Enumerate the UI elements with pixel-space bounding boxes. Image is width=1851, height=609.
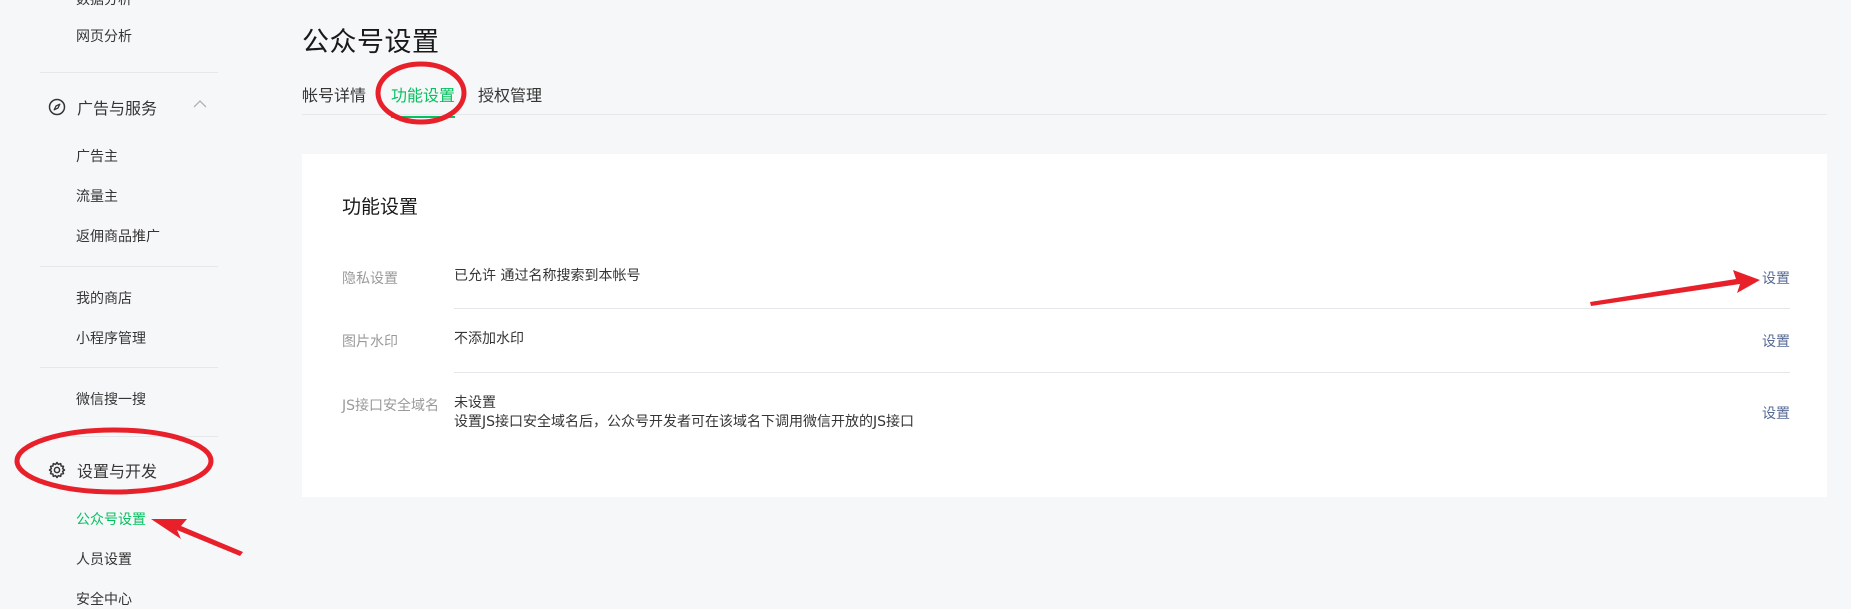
tab-authorization[interactable]: 授权管理 — [478, 82, 542, 106]
sidebar: 数据分析 网页分析 广告与服务 广告主 流量主 返佣商品推广 我的商店 小程序管… — [0, 0, 260, 608]
sidebar-divider — [40, 367, 218, 368]
page-title: 公众号设置 — [302, 27, 440, 58]
sidebar-divider — [40, 72, 218, 73]
js-domain-settings-link[interactable]: 设置 — [1762, 403, 1790, 423]
sidebar-item-miniprogram[interactable]: 小程序管理 — [76, 328, 146, 348]
sidebar-item-publisher[interactable]: 流量主 — [76, 186, 118, 206]
sidebar-divider — [40, 266, 218, 267]
sidebar-item-security-center[interactable]: 安全中心 — [76, 589, 132, 609]
row-value: 已允许 通过名称搜索到本帐号 — [454, 268, 641, 284]
tab-feature-settings[interactable]: 功能设置 — [391, 82, 456, 118]
row-value: 不添加水印 — [454, 331, 524, 347]
row-label: 图片水印 — [342, 334, 398, 350]
row-value: 未设置 — [454, 395, 496, 411]
tab-account-details[interactable]: 帐号详情 — [302, 82, 366, 106]
feature-settings-card: 功能设置 隐私设置 已允许 通过名称搜索到本帐号 设置 图片水印 不添加水印 设… — [302, 154, 1827, 497]
row-value-description: 设置JS接口安全域名后，公众号开发者可在该域名下调用微信开放的JS接口 — [454, 414, 915, 430]
sidebar-group-ads-label: 广告与服务 — [77, 99, 158, 118]
watermark-settings-link[interactable]: 设置 — [1762, 331, 1790, 351]
sidebar-divider — [40, 436, 218, 437]
sidebar-item-member-settings[interactable]: 人员设置 — [76, 549, 132, 569]
sidebar-item-advertiser[interactable]: 广告主 — [76, 146, 118, 166]
sidebar-item-account-settings[interactable]: 公众号设置 — [76, 509, 146, 529]
sidebar-group-settings-label: 设置与开发 — [77, 462, 158, 481]
compass-icon — [48, 98, 66, 116]
row-divider — [454, 308, 1790, 309]
sidebar-item-shop[interactable]: 我的商店 — [76, 288, 132, 308]
sidebar-group-settings[interactable]: 设置与开发 — [48, 458, 157, 482]
card-title: 功能设置 — [342, 196, 419, 218]
chevron-up-icon[interactable] — [192, 99, 208, 109]
privacy-settings-link[interactable]: 设置 — [1762, 268, 1790, 288]
tab-bar: 帐号详情 功能设置 授权管理 — [302, 82, 1827, 118]
row-label: 隐私设置 — [342, 271, 398, 287]
row-divider — [454, 372, 1790, 373]
row-label: JS接口安全域名 — [342, 398, 440, 414]
gear-icon — [48, 461, 66, 479]
sidebar-item-data-analysis[interactable]: 数据分析 — [76, 0, 132, 9]
sidebar-item-commission[interactable]: 返佣商品推广 — [76, 226, 160, 246]
sidebar-item-wechat-search[interactable]: 微信搜一搜 — [76, 389, 146, 409]
sidebar-group-ads[interactable]: 广告与服务 — [48, 95, 157, 119]
sidebar-item-web-analytics[interactable]: 网页分析 — [76, 26, 132, 46]
